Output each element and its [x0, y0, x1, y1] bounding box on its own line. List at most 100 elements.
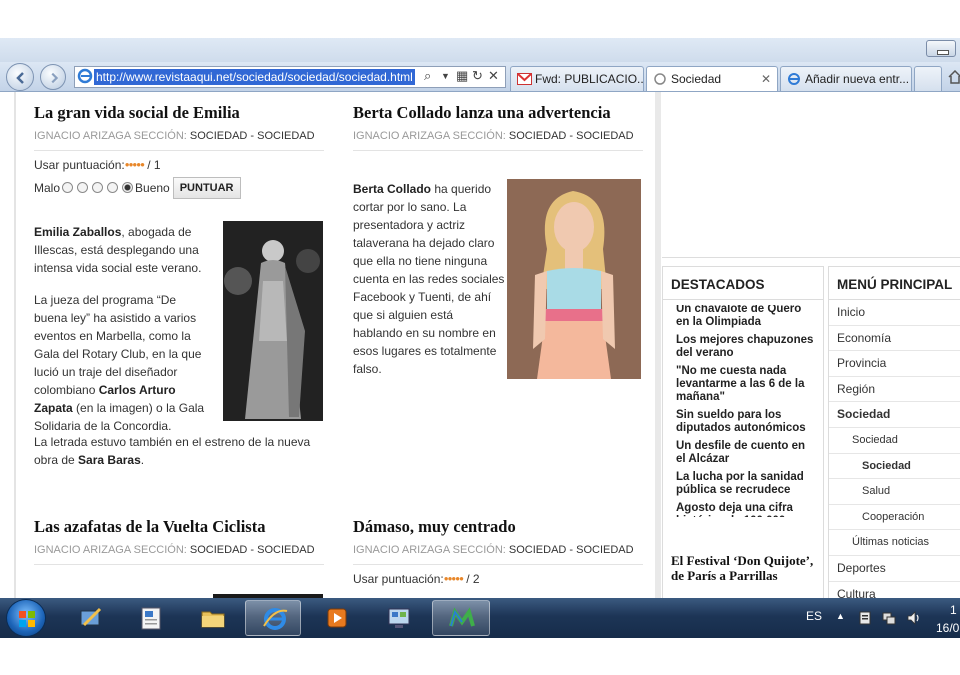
volume-icon[interactable]: [906, 610, 920, 626]
section-value[interactable]: SOCIEDAD - SOCIEDAD: [509, 130, 634, 142]
tab-label: Añadir nueva entr...: [805, 72, 910, 86]
rating-label: Usar puntuación:: [353, 572, 444, 586]
destacados-item[interactable]: Un chavalote de Quero en la Olimpiada: [663, 305, 823, 329]
article-photo-berta[interactable]: [507, 179, 641, 379]
tab-sociedad[interactable]: Sociedad ✕: [646, 66, 778, 91]
search-icon[interactable]: ⌕: [424, 68, 431, 84]
new-tab-button[interactable]: [914, 66, 942, 91]
language-indicator[interactable]: ES: [806, 609, 822, 623]
section-label: SECCIÓN:: [133, 544, 187, 556]
destacados-item[interactable]: Sin sueldo para los diputados autonómico…: [663, 409, 823, 435]
destacados-feature-title[interactable]: El Festival ‘Don Quijote’, de París a Pa…: [671, 553, 821, 583]
bold-name: Sara Baras: [78, 453, 141, 467]
section-label: SECCIÓN:: [133, 130, 187, 142]
taskbar-app-media[interactable]: [308, 600, 364, 636]
article-author: IGNACIO ARIZAGA: [353, 544, 450, 556]
refresh-icon[interactable]: ↻: [472, 68, 483, 84]
column-separator: [655, 92, 661, 598]
destacados-item[interactable]: Agosto deja una cifra histórica de 100.0…: [663, 502, 823, 517]
dropdown-arrow-icon[interactable]: ▼: [441, 68, 450, 84]
article-author: IGNACIO ARIZAGA: [34, 130, 131, 142]
rating-stars-icon: ●●●●●: [124, 160, 145, 169]
page-border: [14, 92, 16, 598]
home-icon[interactable]: [948, 70, 960, 84]
action-center-icon[interactable]: [858, 610, 872, 626]
article-meta: IGNACIO ARIZAGA SECCIÓN: SOCIEDAD - SOCI…: [353, 544, 643, 565]
compatibility-icon[interactable]: ▦: [456, 68, 468, 84]
article-photo-emilia[interactable]: [223, 221, 323, 421]
article-author: IGNACIO ARIZAGA: [34, 544, 131, 556]
vote-radio-3[interactable]: [92, 182, 104, 193]
vote-radio-5[interactable]: [122, 182, 134, 193]
vote-radio-4[interactable]: [107, 182, 119, 193]
section-label: SECCIÓN:: [452, 130, 506, 142]
menu-heading: MENÚ PRINCIPAL: [829, 267, 960, 300]
menu-item-provincia[interactable]: Provincia: [829, 351, 960, 377]
tab-anadir-entrada[interactable]: Añadir nueva entr...: [780, 66, 912, 91]
ie-page-icon: [788, 73, 800, 85]
clock-date[interactable]: 16/0: [936, 621, 959, 635]
forward-button[interactable]: [40, 64, 66, 90]
taskbar-app-explorer[interactable]: [184, 600, 240, 636]
article-paragraph: La jueza del programa “De buena ley” ha …: [34, 291, 212, 435]
tab-gmail[interactable]: Fwd: PUBLICACIO...: [510, 66, 644, 91]
back-arrow-icon: [16, 72, 24, 84]
menu-item-region[interactable]: Región: [829, 377, 960, 403]
article-paragraph: Berta Collado ha querido cortar por lo s…: [353, 180, 505, 378]
rating-count: / 1: [147, 158, 161, 172]
minimize-button[interactable]: [926, 40, 956, 57]
article-emilia: La gran vida social de Emilia IGNACIO AR…: [34, 103, 324, 467]
paragraph-text: ha querido cortar por lo sano. La presen…: [353, 182, 505, 376]
network-icon[interactable]: [882, 610, 896, 626]
address-url[interactable]: http://www.revistaaqui.net/sociedad/soci…: [94, 69, 415, 85]
section-label: SECCIÓN:: [452, 544, 506, 556]
back-button[interactable]: [6, 63, 34, 91]
article-meta: IGNACIO ARIZAGA SECCIÓN: SOCIEDAD - SOCI…: [34, 544, 324, 565]
paragraph-text: La jueza del programa “De buena ley” ha …: [34, 293, 202, 397]
stop-icon[interactable]: ✕: [488, 68, 499, 84]
destacados-item[interactable]: Un desfile de cuento en el Alcázar: [663, 440, 823, 466]
section-value[interactable]: SOCIEDAD - SOCIEDAD: [509, 544, 634, 556]
article-paragraph: Emilia Zaballos, abogada de Illescas, es…: [34, 223, 212, 277]
rating-line: Usar puntuación:●●●●● / 1: [34, 158, 324, 172]
taskbar-app-messenger[interactable]: [432, 600, 490, 636]
article-damaso: Dámaso, muy centrado IGNACIO ARIZAGA SEC…: [353, 517, 643, 586]
control-panel-icon: [388, 608, 410, 628]
destacados-item[interactable]: La lucha por la sanidad pública se recru…: [663, 471, 823, 497]
article-title[interactable]: Las azafatas de la Vuelta Ciclista: [34, 517, 324, 537]
article-title[interactable]: La gran vida social de Emilia: [34, 103, 324, 123]
clock-time[interactable]: 1: [950, 603, 957, 617]
menu-subitem-ultimas-noticias[interactable]: Últimas noticias: [829, 530, 960, 556]
gmail-icon: [517, 73, 532, 85]
loading-icon: [654, 73, 666, 85]
article-author: IGNACIO ARIZAGA: [353, 130, 450, 142]
article-title[interactable]: Dámaso, muy centrado: [353, 517, 643, 537]
menu-subitem-sociedad[interactable]: Sociedad: [829, 428, 960, 454]
taskbar-app-ie[interactable]: [245, 600, 301, 636]
menu-item-inicio[interactable]: Inicio: [829, 300, 960, 326]
close-tab-icon[interactable]: ✕: [761, 67, 771, 91]
taskbar-app-1[interactable]: [62, 600, 118, 636]
tray-expand-icon[interactable]: ▲: [836, 611, 845, 621]
section-value[interactable]: SOCIEDAD - SOCIEDAD: [190, 130, 315, 142]
menu-subitem-sociedad-active[interactable]: Sociedad: [829, 454, 960, 480]
menu-item-deportes[interactable]: Deportes: [829, 556, 960, 582]
menu-item-economia[interactable]: Economía: [829, 326, 960, 352]
menu-item-cultura[interactable]: Cultura: [829, 582, 960, 598]
taskbar-app-2[interactable]: [122, 600, 178, 636]
destacados-item[interactable]: "No me cuesta nada levantarme a las 6 de…: [663, 365, 823, 404]
taskbar-app-control[interactable]: [370, 600, 426, 636]
start-button[interactable]: [6, 599, 46, 637]
vote-radio-2[interactable]: [77, 182, 89, 193]
destacados-item[interactable]: Los mejores chapuzones del verano: [663, 334, 823, 360]
puntuar-button[interactable]: PUNTUAR: [172, 177, 241, 199]
photo-emilia-image: [223, 221, 323, 421]
menu-subitem-salud[interactable]: Salud: [829, 479, 960, 505]
menu-item-sociedad[interactable]: Sociedad: [829, 402, 960, 428]
folder-icon: [201, 611, 225, 628]
vote-radio-1[interactable]: [62, 182, 74, 193]
section-value[interactable]: SOCIEDAD - SOCIEDAD: [190, 544, 315, 556]
menu-subitem-cooperacion[interactable]: Cooperación: [829, 505, 960, 531]
article-title[interactable]: Berta Collado lanza una advertencia: [353, 103, 643, 123]
photo-berta-image: [507, 179, 641, 379]
